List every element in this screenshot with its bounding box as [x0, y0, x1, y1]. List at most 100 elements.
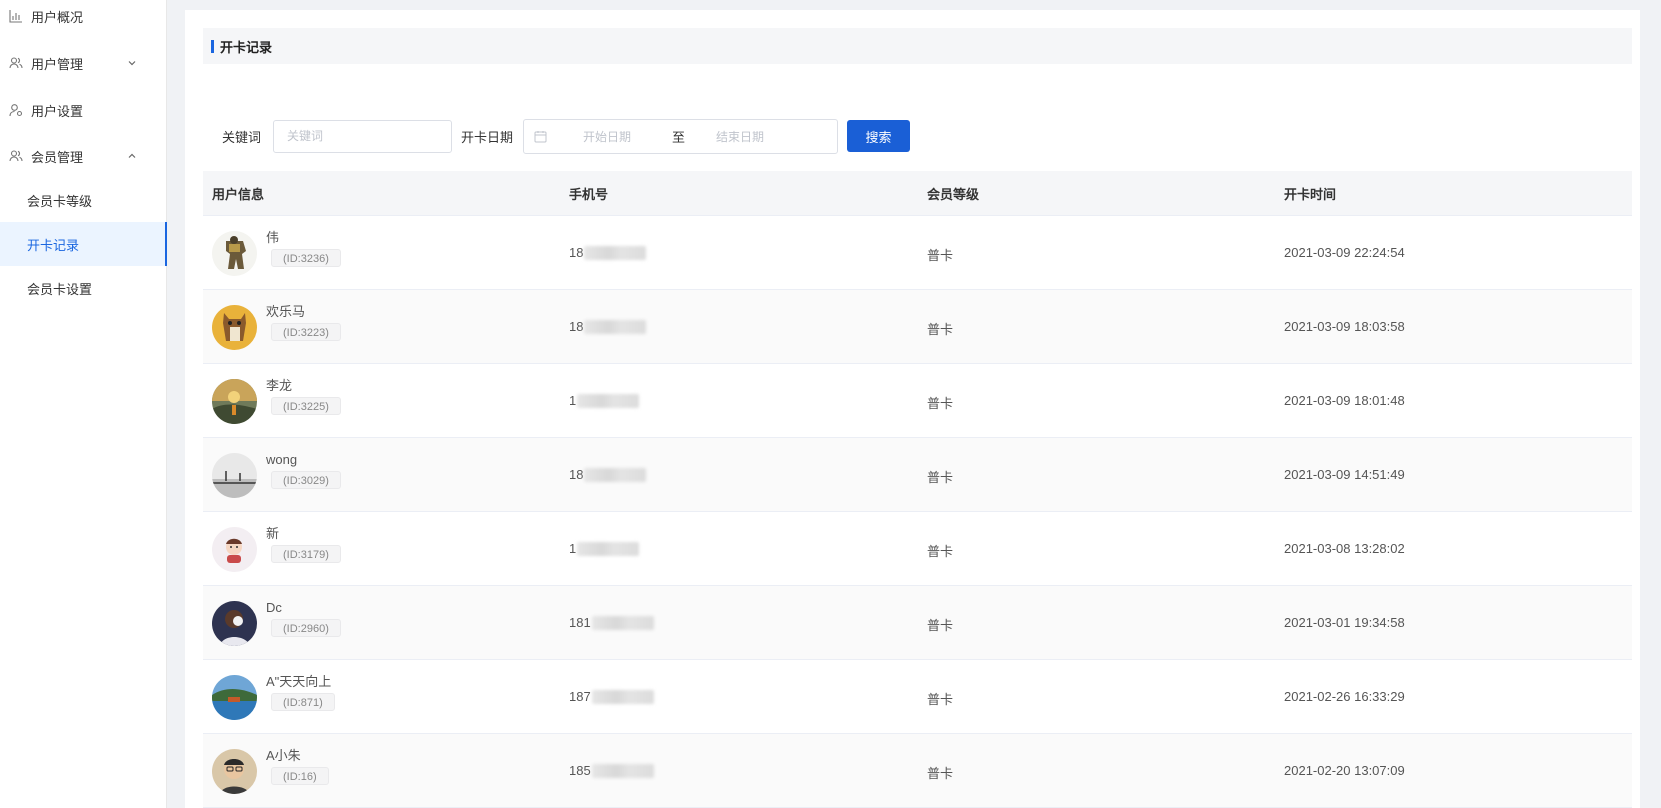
bar-chart-icon: [9, 9, 23, 23]
sidebar-subitem-card-settings[interactable]: 会员卡设置: [0, 266, 167, 310]
date-range-picker[interactable]: 开始日期 至 结束日期: [523, 118, 839, 154]
landscape-avatar: [212, 453, 257, 498]
start-date-input[interactable]: 开始日期: [583, 128, 663, 145]
time-cell: 2021-03-09 22:24:54: [1284, 245, 1405, 260]
sidebar-item-label: 用户设置: [31, 103, 84, 119]
main-panel: 开卡记录 关键词 开卡日期 开始日期 至 结束日期 搜索 用户信息 手机号 会员…: [185, 10, 1640, 808]
phone-cell: 185: [569, 763, 654, 778]
time-cell: 2021-03-01 19:34:58: [1284, 615, 1405, 630]
phone-masked: [584, 245, 647, 260]
user-name: 新: [266, 526, 280, 541]
phone-cell: 187: [569, 689, 654, 704]
phone-prefix: 187: [569, 689, 591, 704]
phone-masked: [584, 319, 647, 334]
level-cell: 普卡: [927, 618, 954, 633]
user-name: 伟: [266, 230, 280, 245]
phone-masked: [577, 393, 640, 408]
sidebar-subitem-card-levels[interactable]: 会员卡等级: [0, 178, 167, 222]
time-cell: 2021-03-09 18:03:58: [1284, 319, 1405, 334]
phone-masked: [591, 689, 654, 704]
horse-avatar: [212, 305, 257, 350]
phone-masked: [591, 763, 654, 778]
phone-masked: [584, 467, 647, 482]
keyword-label: 关键词: [222, 129, 262, 145]
date-separator: 至: [672, 129, 686, 145]
phone-masked: [591, 615, 654, 630]
calendar-icon: [534, 130, 547, 143]
sunset-avatar: [212, 379, 257, 424]
records-table: 用户信息 手机号 会员等级 开卡时间 伟 (ID:3236) 18 普卡 202…: [203, 171, 1632, 808]
sidebar-item-label: 会员管理: [31, 149, 84, 165]
dark-avatar: [212, 601, 257, 646]
table-row: 伟 (ID:3236) 18 普卡 2021-03-09 22:24:54: [203, 216, 1632, 290]
phone-prefix: 18: [569, 245, 584, 260]
table-row: A"天天向上 (ID:871) 187 普卡 2021-02-26 16:33:…: [203, 660, 1632, 734]
phone-cell: 18: [569, 245, 647, 260]
table-header: 用户信息 手机号 会员等级 开卡时间: [203, 171, 1632, 216]
sidebar-subitem-card-records[interactable]: 开卡记录: [0, 222, 167, 266]
user-id-badge: (ID:16): [271, 767, 329, 785]
sidebar-item-user-management[interactable]: 用户管理: [0, 41, 166, 85]
header-open-time: 开卡时间: [1284, 186, 1337, 202]
sidebar-item-member-management[interactable]: 会员管理: [0, 134, 166, 178]
time-cell: 2021-02-26 16:33:29: [1284, 689, 1405, 704]
user-name: 欢乐马: [266, 304, 306, 319]
chevron-up-icon: [126, 150, 138, 162]
user-id-badge: (ID:871): [271, 693, 335, 711]
lake-avatar: [212, 675, 257, 720]
phone-prefix: 181: [569, 615, 591, 630]
header-level: 会员等级: [927, 186, 980, 202]
filter-bar: 关键词 开卡日期 开始日期 至 结束日期 搜索: [203, 118, 911, 154]
sidebar-item-label: 用户管理: [31, 56, 84, 72]
level-cell: 普卡: [927, 766, 954, 781]
user-id-badge: (ID:3236): [271, 249, 341, 267]
user-name: wong: [266, 452, 298, 467]
header-user-info: 用户信息: [212, 186, 265, 202]
table-row: 新 (ID:3179) 1 普卡 2021-03-08 13:28:02: [203, 512, 1632, 586]
keyword-input[interactable]: [273, 119, 453, 153]
phone-prefix: 18: [569, 467, 584, 482]
level-cell: 普卡: [927, 396, 954, 411]
sidebar: 用户概况 用户管理 用户设置 会员管理 会员卡等级 开卡记录 会员卡设置: [0, 0, 167, 808]
user-name: 李龙: [266, 378, 293, 393]
sidebar-item-label: 用户概况: [31, 9, 84, 25]
table-row: Dc (ID:2960) 181 普卡 2021-03-01 19:34:58: [203, 586, 1632, 660]
users-icon: [9, 56, 23, 70]
sidebar-item-user-settings[interactable]: 用户设置: [0, 88, 166, 132]
user-name: Dc: [266, 600, 282, 615]
time-cell: 2021-03-09 14:51:49: [1284, 467, 1405, 482]
phone-cell: 181: [569, 615, 654, 630]
time-cell: 2021-02-20 13:07:09: [1284, 763, 1405, 778]
phone-cell: 1: [569, 541, 640, 556]
search-button[interactable]: 搜索: [847, 120, 911, 152]
cartoon-avatar: [212, 527, 257, 572]
phone-prefix: 18: [569, 319, 584, 334]
level-cell: 普卡: [927, 248, 954, 263]
users-icon: [9, 149, 23, 163]
robot-avatar: [212, 231, 257, 276]
time-cell: 2021-03-08 13:28:02: [1284, 541, 1405, 556]
table-row: wong (ID:3029) 18 普卡 2021-03-09 14:51:49: [203, 438, 1632, 512]
user-id-badge: (ID:3179): [271, 545, 341, 563]
date-label: 开卡日期: [461, 129, 514, 145]
phone-cell: 1: [569, 393, 640, 408]
phone-prefix: 185: [569, 763, 591, 778]
page-title-bar: 开卡记录: [203, 28, 1632, 64]
table-row: A小朱 (ID:16) 185 普卡 2021-02-20 13:07:09: [203, 734, 1632, 808]
level-cell: 普卡: [927, 470, 954, 485]
level-cell: 普卡: [927, 692, 954, 707]
level-cell: 普卡: [927, 544, 954, 559]
end-date-input[interactable]: 结束日期: [716, 128, 796, 145]
phone-prefix: 1: [569, 541, 577, 556]
sidebar-item-user-overview[interactable]: 用户概况: [0, 0, 166, 38]
time-cell: 2021-03-09 18:01:48: [1284, 393, 1405, 408]
phone-cell: 18: [569, 467, 647, 482]
header-phone: 手机号: [569, 186, 609, 202]
user-settings-icon: [9, 103, 23, 117]
user-id-badge: (ID:3029): [271, 471, 341, 489]
title-accent-bar: [211, 39, 214, 53]
table-row: 欢乐马 (ID:3223) 18 普卡 2021-03-09 18:03:58: [203, 290, 1632, 364]
phone-cell: 18: [569, 319, 647, 334]
person-avatar: [212, 749, 257, 794]
user-name: A"天天向上: [266, 674, 332, 689]
